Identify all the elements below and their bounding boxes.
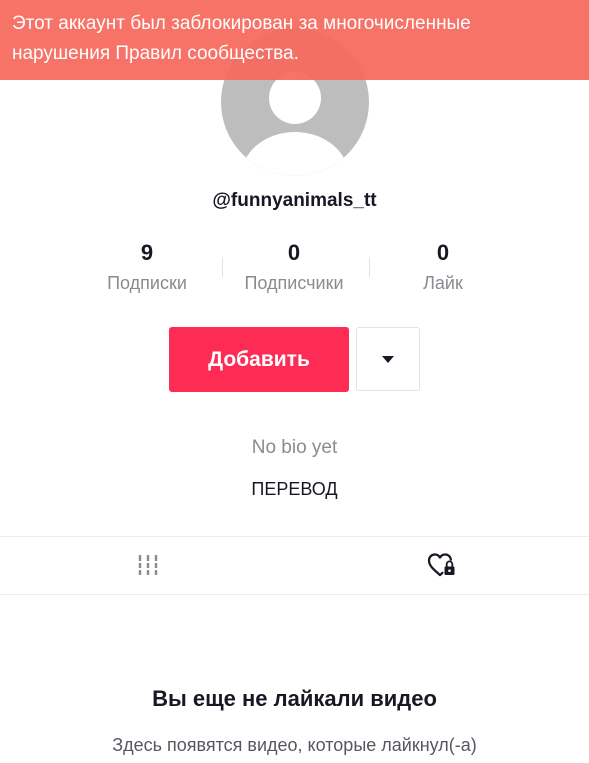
empty-state-title: Вы еще не лайкали видео [152,686,437,711]
suggestions-dropdown-button[interactable] [356,327,420,391]
follow-button[interactable]: Добавить [169,327,349,392]
profile-screen: Этот аккаунт был заблокирован за многочи… [0,0,589,763]
following-count: 9 [140,240,154,265]
liked-private-heart-icon [427,553,455,577]
followers-count: 0 [287,240,301,265]
stat-likes: 0 Лайк [373,240,513,294]
videos-grid-icon [138,555,158,575]
followers-label: Подписчики [244,273,344,293]
account-banned-banner: Этот аккаунт был заблокирован за многочи… [0,0,589,80]
stat-followers[interactable]: 0 Подписчики [224,240,364,294]
bio-text: No bio yet [251,437,338,458]
likes-label: Лайк [423,273,463,293]
following-label: Подписки [107,273,187,293]
stat-following[interactable]: 9 Подписки [77,240,217,294]
stat-divider [369,257,370,277]
banner-line-2: нарушения Правил сообщества. [12,43,299,64]
banner-line-1: Этот аккаунт был заблокирован за многочи… [12,13,471,34]
tabs-divider-top [0,536,589,537]
tab-liked[interactable] [412,537,472,593]
stat-divider [222,257,223,277]
caret-down-icon [382,355,394,363]
empty-state-subtitle: Здесь появятся видео, которые лайкнул(-а… [112,735,477,755]
username: @funnyanimals_tt [212,190,377,211]
likes-count: 0 [436,240,450,265]
tab-videos[interactable] [118,537,178,593]
tabs-divider-bottom [0,594,589,595]
translate-link[interactable]: ПЕРЕВОД [0,479,589,500]
avatar-body-shape [241,132,349,176]
